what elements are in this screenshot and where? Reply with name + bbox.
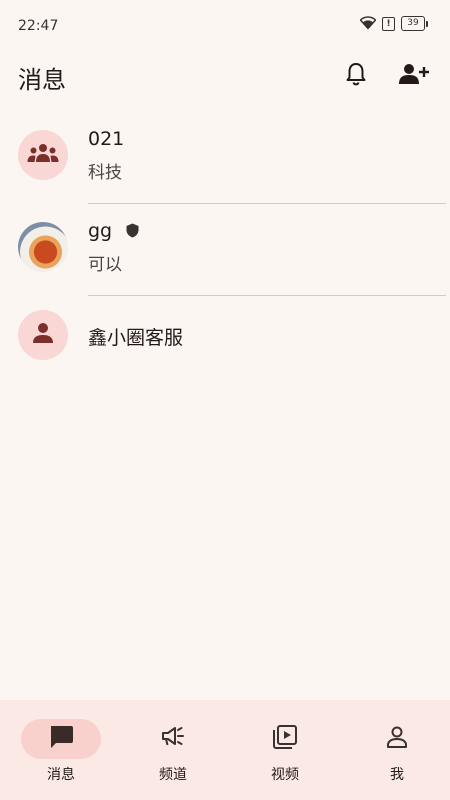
nav-active-indicator <box>21 719 101 759</box>
battery-icon: 39 <box>401 16 428 31</box>
bottom-navigation: 消息 频道 视频 我 <box>0 700 450 800</box>
shield-icon <box>126 221 139 243</box>
person-add-icon <box>398 62 430 90</box>
nav-label: 消息 <box>47 767 75 783</box>
service-avatar <box>18 310 68 360</box>
nav-label: 视频 <box>271 767 299 783</box>
conversation-item[interactable]: gg 可以 <box>0 204 450 296</box>
conversation-list: 021 科技 gg 可以 鑫小圈客服 <box>0 112 450 388</box>
alert-icon: ! <box>382 16 395 31</box>
conversation-name: gg <box>88 220 113 242</box>
app-header: 消息 <box>0 52 450 100</box>
nav-messages[interactable]: 消息 <box>5 700 117 800</box>
status-icons: ! 39 <box>359 14 428 33</box>
conversation-subtitle: 可以 <box>88 255 122 275</box>
megaphone-icon <box>160 725 186 753</box>
conversation-name: 鑫小圈客服 <box>88 327 184 349</box>
nav-profile[interactable]: 我 <box>341 700 450 800</box>
chat-icon <box>48 724 74 754</box>
nav-channels[interactable]: 频道 <box>117 700 229 800</box>
groups-icon <box>27 143 59 167</box>
status-bar: 22:47 ! 39 <box>0 0 450 48</box>
conversation-name-row: gg <box>88 220 139 243</box>
nav-videos[interactable]: 视频 <box>229 700 341 800</box>
notifications-button[interactable] <box>338 58 374 94</box>
conversation-item[interactable]: 鑫小圈客服 <box>0 296 450 388</box>
person-icon <box>32 322 54 348</box>
battery-level: 39 <box>401 16 425 31</box>
wifi-icon <box>359 14 377 33</box>
conversation-subtitle: 科技 <box>88 163 122 183</box>
conversation-item[interactable]: 021 科技 <box>0 112 450 204</box>
video-library-icon <box>272 724 298 754</box>
bell-icon <box>345 62 367 90</box>
page-title: 消息 <box>18 66 66 94</box>
user-avatar <box>18 222 68 272</box>
person-outline-icon <box>385 725 409 753</box>
status-time: 22:47 <box>18 18 59 34</box>
nav-label: 频道 <box>159 767 187 783</box>
group-avatar <box>18 130 68 180</box>
add-friend-button[interactable] <box>396 58 432 94</box>
nav-label: 我 <box>390 767 404 783</box>
conversation-name: 021 <box>88 128 125 150</box>
